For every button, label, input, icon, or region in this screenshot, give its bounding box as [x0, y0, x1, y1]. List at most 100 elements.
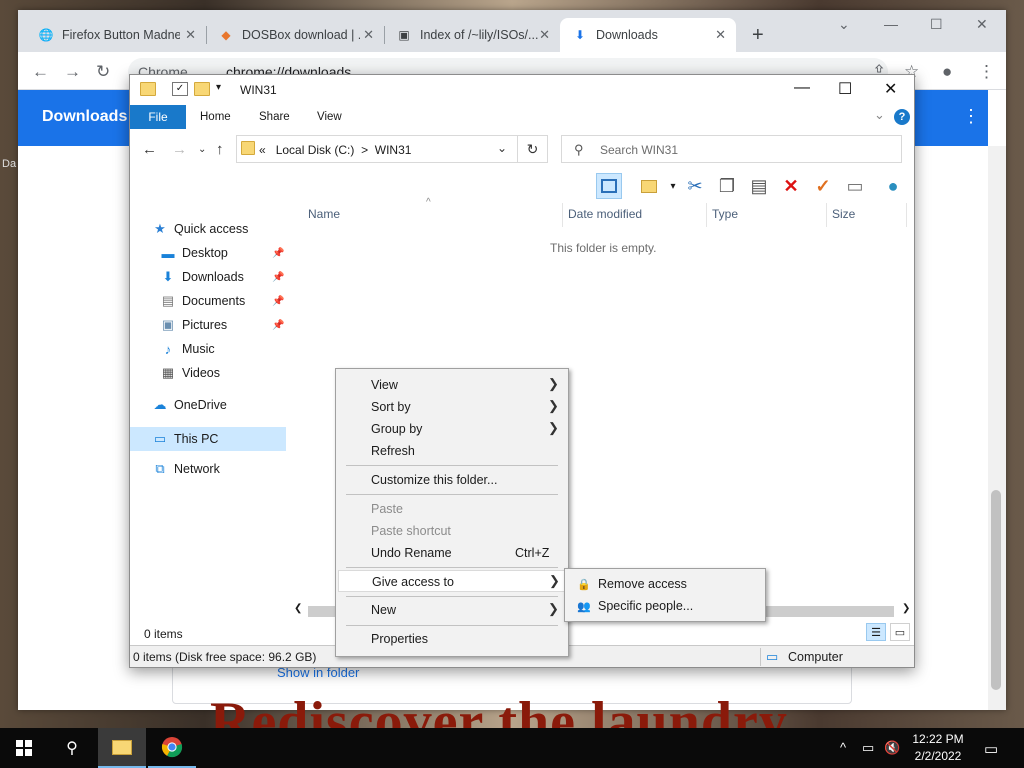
- profile-icon[interactable]: ●: [942, 62, 952, 82]
- copy-icon[interactable]: ❐: [714, 173, 740, 199]
- pin-icon[interactable]: 📌: [272, 296, 284, 307]
- menu-item-group-by[interactable]: Group by ❯: [338, 418, 566, 440]
- chrome-tab-firefox-button[interactable]: 🌐 Firefox Button Madness ✕: [26, 18, 206, 52]
- nav-item-desktop[interactable]: ▬ Desktop 📌: [160, 242, 285, 264]
- search-icon[interactable]: ⚲: [52, 728, 92, 768]
- menu-item-view[interactable]: View ❯: [338, 374, 566, 396]
- delete-icon[interactable]: ✕: [778, 173, 804, 199]
- new-folder-icon[interactable]: [194, 82, 210, 96]
- address-dropdown-icon[interactable]: ⌄: [497, 141, 507, 155]
- up-icon[interactable]: ↑: [216, 141, 224, 158]
- menu-item-paste[interactable]: Paste: [338, 498, 566, 520]
- chrome-tab-downloads[interactable]: ⬇ Downloads ✕: [560, 18, 736, 52]
- system-clock[interactable]: 12:22 PM 2/2/2022: [908, 731, 968, 765]
- nav-this-pc[interactable]: ▭ This PC: [152, 428, 219, 450]
- cut-icon[interactable]: ✂: [682, 173, 708, 199]
- globe-icon[interactable]: ●: [880, 173, 906, 199]
- menu-item-remove-access[interactable]: 🔒 Remove access: [567, 573, 763, 595]
- close-tab-icon[interactable]: ✕: [539, 27, 550, 43]
- menu-item-properties[interactable]: Properties: [338, 628, 566, 650]
- details-view-icon[interactable]: ☰: [866, 623, 886, 641]
- chrome-tab-index[interactable]: ▣ Index of /~lily/ISOs/... ✕: [384, 18, 560, 52]
- nav-item-downloads[interactable]: ⬇ Downloads 📌: [160, 266, 285, 288]
- help-icon[interactable]: ?: [894, 109, 910, 125]
- checkmark-icon[interactable]: ✓: [810, 173, 836, 199]
- reload-icon[interactable]: ↻: [96, 62, 110, 82]
- pin-icon[interactable]: 📌: [272, 248, 284, 259]
- menu-item-undo-rename[interactable]: Undo Rename Ctrl+Z: [338, 542, 566, 564]
- scrollbar-thumb[interactable]: [991, 490, 1001, 690]
- overflow-chevron[interactable]: «: [259, 143, 266, 157]
- nav-item-music[interactable]: ♪ Music: [160, 338, 215, 360]
- tab-view[interactable]: View: [317, 111, 342, 123]
- rename-icon[interactable]: ▭: [842, 173, 868, 199]
- properties-checkbox-icon[interactable]: ✓: [172, 82, 188, 96]
- back-icon[interactable]: ←: [32, 62, 49, 82]
- tab-file[interactable]: File: [130, 105, 186, 129]
- close-tab-icon[interactable]: ✕: [363, 27, 374, 43]
- customize-quick-access-icon[interactable]: ▾: [216, 82, 232, 96]
- menu-item-sort-by[interactable]: Sort by ❯: [338, 396, 566, 418]
- new-folder-icon[interactable]: [636, 173, 662, 199]
- taskbar-chrome[interactable]: [148, 728, 196, 768]
- close-tab-icon[interactable]: ✕: [185, 27, 196, 43]
- nav-quick-access[interactable]: ★ Quick access: [152, 218, 248, 240]
- nav-label: Downloads: [182, 270, 244, 284]
- menu-item-specific-people[interactable]: 👥 Specific people...: [567, 595, 763, 617]
- menu-item-give-access-to[interactable]: Give access to ❯: [338, 570, 566, 592]
- maximize-icon[interactable]: ☐: [930, 16, 943, 33]
- column-date-modified[interactable]: Date modified: [568, 207, 642, 221]
- chrome-tab-dosbox[interactable]: ◆ DOSBox download | ... ✕: [206, 18, 384, 52]
- nav-label: This PC: [174, 432, 219, 446]
- close-icon[interactable]: ✕: [884, 79, 897, 99]
- minimize-icon[interactable]: —: [884, 16, 898, 32]
- recent-locations-icon[interactable]: ⌄: [198, 144, 206, 155]
- tab-share[interactable]: Share: [259, 111, 290, 123]
- nav-onedrive[interactable]: ☁ OneDrive: [152, 394, 227, 416]
- minimize-icon[interactable]: —: [794, 79, 810, 97]
- forward-icon[interactable]: →: [172, 141, 187, 158]
- large-icons-view-icon[interactable]: ▭: [890, 623, 910, 641]
- nav-item-pictures[interactable]: ▣ Pictures 📌: [160, 314, 285, 336]
- scroll-left-icon[interactable]: ❮: [294, 603, 302, 614]
- breadcrumb-win31[interactable]: WIN31: [375, 143, 412, 157]
- search-input[interactable]: ⚲ Search WIN31: [561, 135, 902, 163]
- notifications-icon[interactable]: ▭: [984, 740, 998, 758]
- breadcrumb-local-disk[interactable]: Local Disk (C:): [276, 143, 355, 157]
- taskbar-file-explorer[interactable]: [98, 728, 146, 768]
- tab-home[interactable]: Home: [200, 111, 231, 123]
- start-button[interactable]: [4, 728, 44, 768]
- more-actions-icon[interactable]: ⋮: [962, 106, 980, 127]
- menu-item-new[interactable]: New ❯: [338, 599, 566, 621]
- paste-icon[interactable]: ▤: [746, 173, 772, 199]
- new-tab-button[interactable]: +: [752, 24, 764, 47]
- column-size[interactable]: Size: [832, 207, 855, 221]
- disk-free-status: 0 items (Disk free space: 96.2 GB): [133, 650, 317, 664]
- network-icon[interactable]: ▭: [862, 740, 874, 756]
- maximize-icon[interactable]: ☐: [838, 79, 852, 99]
- menu-item-paste-shortcut[interactable]: Paste shortcut: [338, 520, 566, 542]
- pin-icon[interactable]: 📌: [272, 272, 284, 283]
- nav-network[interactable]: ⧉ Network: [152, 458, 220, 480]
- expand-ribbon-icon[interactable]: ⌄: [874, 107, 885, 123]
- nav-item-videos[interactable]: ▦ Videos: [160, 362, 220, 384]
- pin-icon[interactable]: 📌: [272, 320, 284, 331]
- volume-muted-icon[interactable]: 🔇: [884, 740, 900, 756]
- chrome-menu-icon[interactable]: ⋮: [978, 62, 995, 82]
- menu-item-customize-folder[interactable]: Customize this folder...: [338, 469, 566, 491]
- address-bar[interactable]: « Local Disk (C:) > WIN31 ⌄: [236, 135, 518, 163]
- close-tab-icon[interactable]: ✕: [715, 27, 726, 43]
- back-icon[interactable]: ←: [142, 141, 157, 158]
- forward-icon[interactable]: →: [64, 62, 81, 82]
- show-hidden-icons-icon[interactable]: ^: [840, 740, 846, 755]
- scroll-right-icon[interactable]: ❯: [902, 603, 910, 614]
- refresh-button[interactable]: ↻: [518, 135, 548, 163]
- nav-item-documents[interactable]: ▤ Documents 📌: [160, 290, 285, 312]
- close-icon[interactable]: ✕: [976, 16, 988, 33]
- tab-search-icon[interactable]: ⌄: [838, 16, 850, 33]
- menu-item-refresh[interactable]: Refresh: [338, 440, 566, 462]
- download-icon: ⬇: [574, 28, 586, 42]
- details-pane-icon[interactable]: [596, 173, 622, 199]
- column-type[interactable]: Type: [712, 207, 738, 221]
- column-name[interactable]: Name: [308, 207, 340, 221]
